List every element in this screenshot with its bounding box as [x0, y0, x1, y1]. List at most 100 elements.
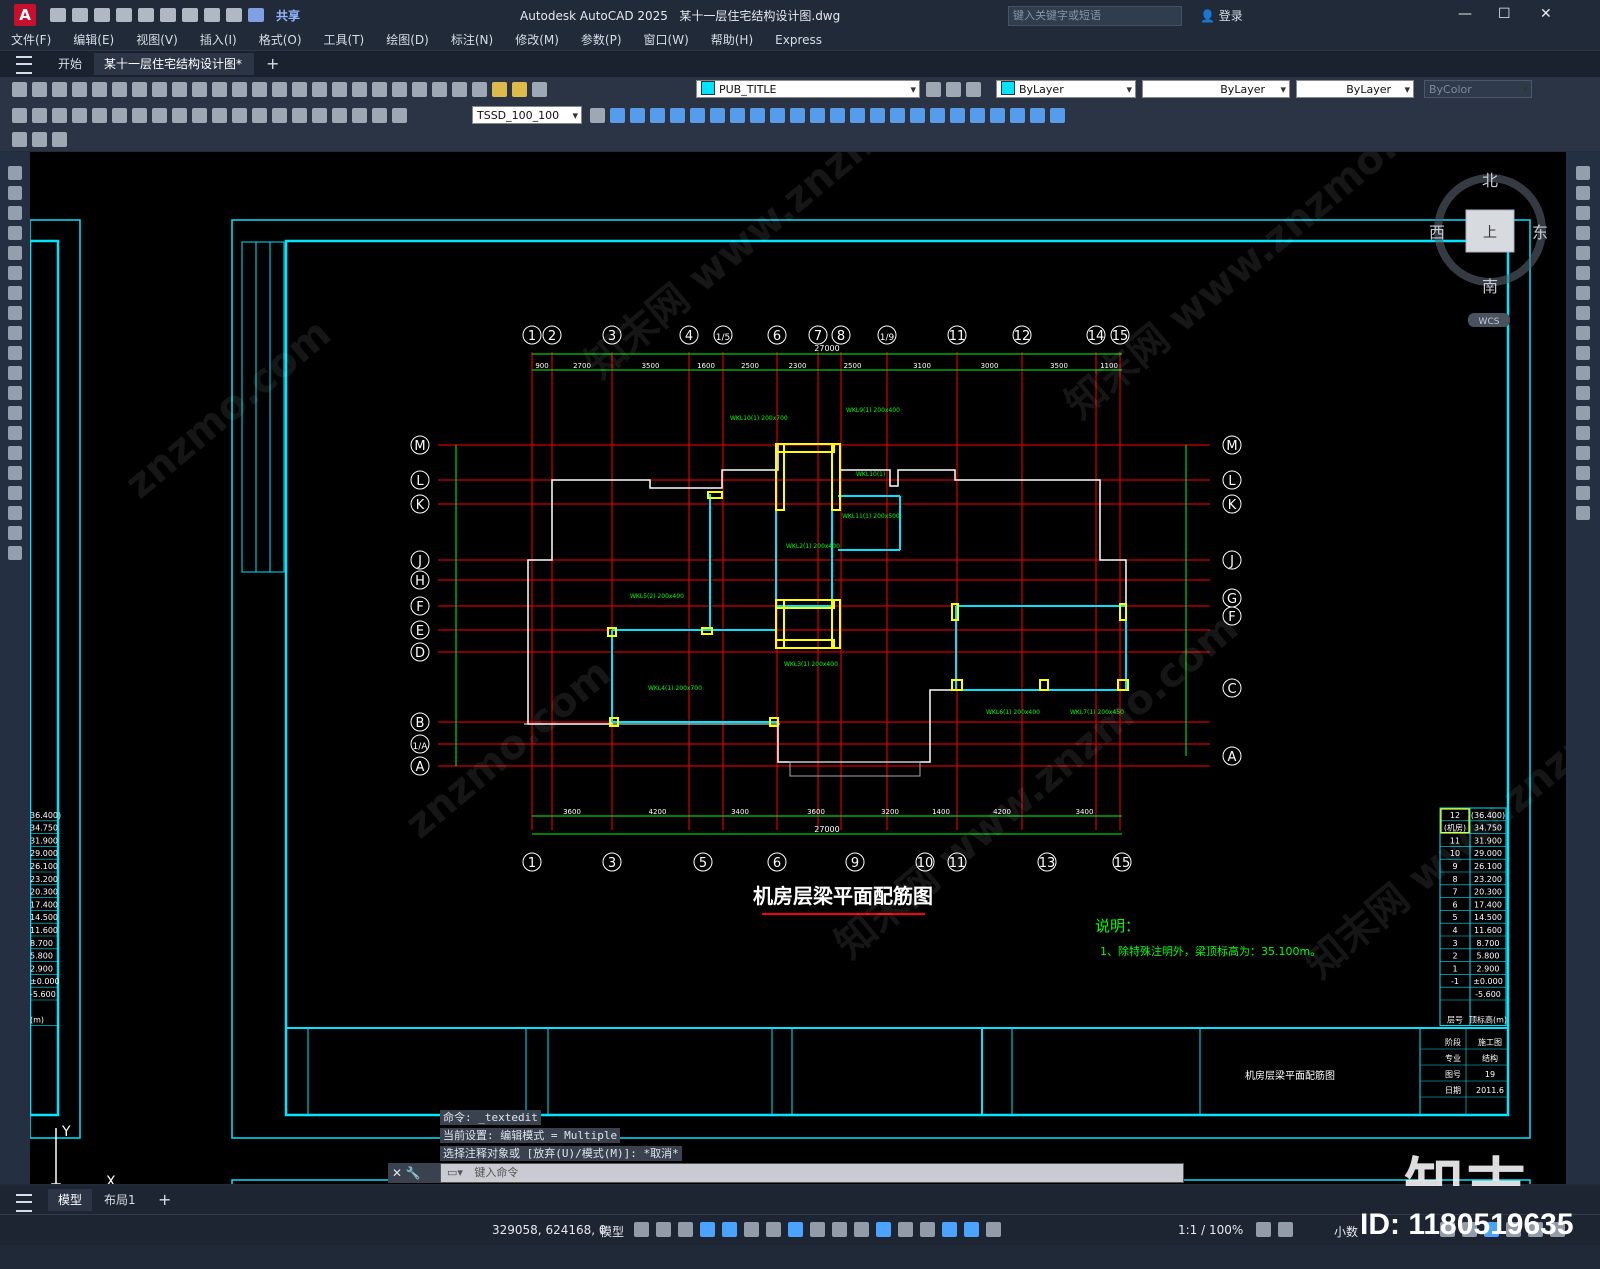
- dim-style-icon[interactable]: [590, 108, 605, 123]
- flatten-icon[interactable]: [910, 108, 925, 123]
- dim-aligned-icon[interactable]: [32, 108, 47, 123]
- rotate-icon[interactable]: [1576, 286, 1590, 300]
- add-layout-button[interactable]: +: [148, 1189, 181, 1211]
- mirror-icon[interactable]: [1576, 206, 1590, 220]
- tab-layout1[interactable]: 布局1: [94, 1189, 146, 1211]
- layer-props-icon[interactable]: [472, 82, 487, 97]
- save-web-icon[interactable]: [160, 8, 176, 22]
- menu-tools[interactable]: 工具(T): [313, 30, 376, 50]
- intersect-icon[interactable]: [650, 108, 665, 123]
- reference-icon[interactable]: [52, 132, 67, 147]
- make-current-icon[interactable]: [926, 82, 941, 97]
- lineweight-combo[interactable]: ByLayer: [1296, 80, 1414, 99]
- layer-state-icon[interactable]: [966, 82, 981, 97]
- share-icon[interactable]: [248, 8, 264, 22]
- snap-icon[interactable]: [656, 1222, 671, 1237]
- dim-jogged-icon[interactable]: [112, 108, 127, 123]
- annotation-visibility-icon[interactable]: [964, 1222, 979, 1237]
- print-icon[interactable]: [72, 82, 87, 97]
- dim-angular-icon[interactable]: [152, 108, 167, 123]
- infer-icon[interactable]: [678, 1222, 693, 1237]
- polygon-icon[interactable]: [8, 226, 22, 240]
- markup-icon[interactable]: [412, 82, 427, 97]
- polyline-icon[interactable]: [8, 206, 22, 220]
- array-icon[interactable]: [1576, 246, 1590, 260]
- center-mark-icon[interactable]: [292, 108, 307, 123]
- dim-edit-icon[interactable]: [352, 108, 367, 123]
- dim-ordinate-icon[interactable]: [72, 108, 87, 123]
- undo-icon[interactable]: [204, 8, 220, 22]
- union-icon[interactable]: [610, 108, 625, 123]
- open-web-icon[interactable]: [138, 8, 154, 22]
- menu-modify[interactable]: 修改(M): [504, 30, 570, 50]
- auto-scale-icon[interactable]: [986, 1222, 1001, 1237]
- isodraft-icon[interactable]: [744, 1222, 759, 1237]
- annotation-monitor-icon[interactable]: [1278, 1222, 1293, 1237]
- revcloud-icon[interactable]: [8, 306, 22, 320]
- layer-previous-icon[interactable]: [946, 82, 961, 97]
- redo-icon[interactable]: [252, 82, 267, 97]
- rectangle-icon[interactable]: [8, 246, 22, 260]
- dim-update-icon[interactable]: [392, 108, 407, 123]
- dim-text-edit-icon[interactable]: [372, 108, 387, 123]
- linetype-combo[interactable]: ByLayer: [1142, 80, 1290, 99]
- save-icon[interactable]: [52, 82, 67, 97]
- cylinder-icon[interactable]: [970, 108, 985, 123]
- add-selected-icon[interactable]: [8, 546, 22, 560]
- menu-icon[interactable]: [16, 56, 32, 74]
- edit-attribute-icon[interactable]: [12, 132, 27, 147]
- command-input[interactable]: ▭▾ 键入命令: [440, 1163, 1184, 1183]
- arc-icon[interactable]: [8, 266, 22, 280]
- zoom-window-icon[interactable]: [312, 82, 327, 97]
- cut-icon[interactable]: [132, 82, 147, 97]
- ellipse-arc-icon[interactable]: [8, 366, 22, 380]
- properties-icon[interactable]: [332, 82, 347, 97]
- menu-help[interactable]: 帮助(H): [700, 30, 764, 50]
- transparency-icon[interactable]: [832, 1222, 847, 1237]
- tab-start[interactable]: 开始: [48, 53, 92, 75]
- new-icon[interactable]: [12, 82, 27, 97]
- construction-line-icon[interactable]: [8, 186, 22, 200]
- extend-icon[interactable]: [1576, 366, 1590, 380]
- save-as-icon[interactable]: [116, 8, 132, 22]
- block-editor-icon[interactable]: [32, 132, 47, 147]
- chamfer-edge-icon[interactable]: [850, 108, 865, 123]
- trim-icon[interactable]: [1576, 346, 1590, 360]
- design-center-icon[interactable]: [352, 82, 367, 97]
- loft-icon[interactable]: [730, 108, 745, 123]
- move-icon[interactable]: [1576, 266, 1590, 280]
- dim-arc-icon[interactable]: [52, 108, 67, 123]
- layer-on-icon[interactable]: [492, 82, 507, 97]
- menu-insert[interactable]: 插入(I): [189, 30, 248, 50]
- revolve-icon[interactable]: [690, 108, 705, 123]
- tolerance-icon[interactable]: [272, 108, 287, 123]
- explode-icon[interactable]: [1576, 506, 1590, 520]
- dimstyle-combo[interactable]: TSSD_100_100: [472, 106, 582, 125]
- region-icon[interactable]: [8, 486, 22, 500]
- undo-icon[interactable]: [232, 82, 247, 97]
- 3d-osnap-icon[interactable]: [876, 1222, 891, 1237]
- copy-icon[interactable]: [152, 82, 167, 97]
- gradient-icon[interactable]: [8, 466, 22, 480]
- torus-icon[interactable]: [1030, 108, 1045, 123]
- menu-parametric[interactable]: 参数(P): [570, 30, 633, 50]
- lineweight-icon[interactable]: [810, 1222, 825, 1237]
- dim-space-icon[interactable]: [232, 108, 247, 123]
- menu-window[interactable]: 窗口(W): [633, 30, 700, 50]
- workspace-icon[interactable]: [1256, 1222, 1271, 1237]
- separate-icon[interactable]: [870, 108, 885, 123]
- grid-icon[interactable]: [634, 1222, 649, 1237]
- coordinates-readout[interactable]: 329058, 624168, 0: [492, 1223, 607, 1237]
- ortho-icon[interactable]: [700, 1222, 715, 1237]
- polar-icon[interactable]: [722, 1222, 737, 1237]
- layer-freeze-icon[interactable]: [512, 82, 527, 97]
- sheet-set-icon[interactable]: [392, 82, 407, 97]
- selection-cycling-icon[interactable]: [854, 1222, 869, 1237]
- section-icon[interactable]: [890, 108, 905, 123]
- osnap-tracking-icon[interactable]: [766, 1222, 781, 1237]
- units-selector[interactable]: 小数: [1334, 1223, 1358, 1240]
- close-command-icon[interactable]: ✕: [392, 1166, 402, 1180]
- new-icon[interactable]: [50, 8, 66, 22]
- pan-icon[interactable]: [272, 82, 287, 97]
- point-icon[interactable]: [8, 426, 22, 440]
